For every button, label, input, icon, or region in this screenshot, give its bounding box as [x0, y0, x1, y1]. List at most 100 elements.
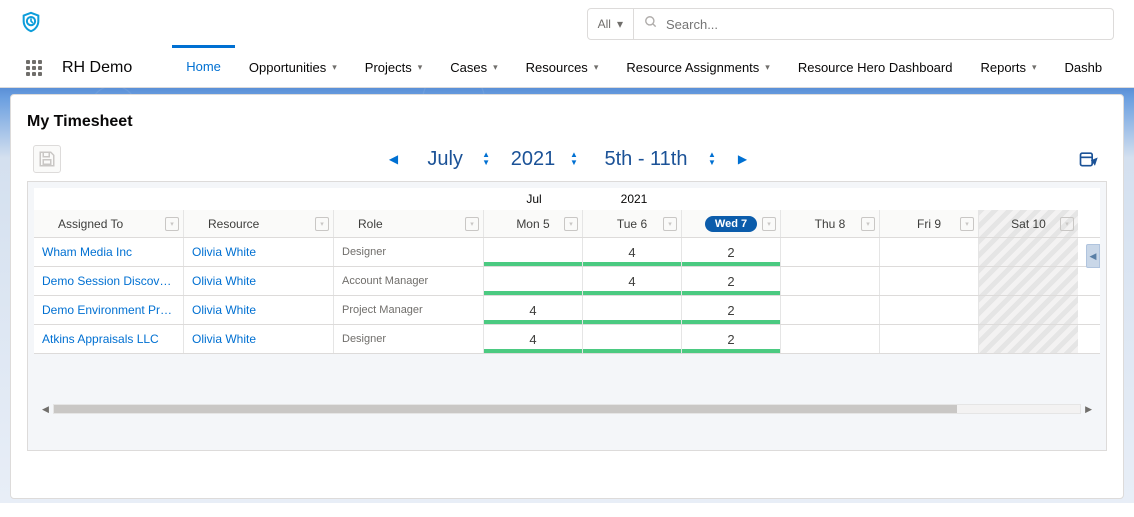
nav-item-label: Resource Assignments — [626, 60, 759, 75]
cell-day[interactable] — [979, 296, 1078, 324]
assigned-link[interactable]: Wham Media Inc — [42, 245, 132, 259]
app-name: RH Demo — [62, 59, 132, 77]
nav-item-label: Resource Hero Dashboard — [798, 60, 953, 75]
filter-icon[interactable]: ▾ — [315, 217, 329, 231]
scroll-tab-right[interactable]: ◀ — [1086, 244, 1100, 268]
allocation-bar — [484, 349, 582, 353]
caret-down-icon: ▾ — [594, 62, 599, 73]
header-day-label: Tue 6 — [617, 217, 647, 231]
year-stepper[interactable]: ▲▼ — [570, 151, 578, 167]
cell-day[interactable] — [484, 267, 583, 295]
cell-day[interactable]: 2 — [682, 267, 781, 295]
assigned-link[interactable]: Atkins Appraisals LLC — [42, 332, 159, 346]
search-input[interactable] — [666, 17, 1103, 32]
filter-icon[interactable]: ▾ — [960, 217, 974, 231]
cell-value: 2 — [727, 332, 734, 347]
range-month[interactable]: July — [420, 148, 470, 171]
hscroll-track[interactable] — [53, 404, 1081, 414]
cell-day[interactable]: 2 — [682, 238, 781, 266]
cell-day[interactable]: 2 — [682, 325, 781, 353]
cell-day[interactable] — [781, 267, 880, 295]
cell-day[interactable] — [979, 267, 1078, 295]
filter-icon[interactable]: ▾ — [465, 217, 479, 231]
search-box[interactable] — [634, 8, 1114, 40]
resource-link[interactable]: Olivia White — [192, 245, 256, 259]
resource-link[interactable]: Olivia White — [192, 274, 256, 288]
cell-day[interactable] — [880, 325, 979, 353]
cell-day[interactable]: 4 — [484, 325, 583, 353]
cell-day[interactable] — [880, 296, 979, 324]
app-launcher-icon[interactable] — [26, 60, 42, 76]
cell-day[interactable] — [880, 238, 979, 266]
search-icon — [644, 15, 658, 34]
cell-day[interactable] — [781, 238, 880, 266]
cell-day[interactable] — [583, 325, 682, 353]
cell-day[interactable]: 2 — [682, 296, 781, 324]
nav-item-reports[interactable]: Reports▾ — [966, 48, 1050, 88]
cell-day[interactable] — [781, 296, 880, 324]
assigned-link[interactable]: Demo Environment Prep... — [42, 303, 175, 317]
filter-icon[interactable]: ▾ — [165, 217, 179, 231]
search-scope-dropdown[interactable]: All ▾ — [587, 8, 634, 40]
cell-resource: Olivia White — [184, 267, 334, 295]
cell-day[interactable] — [781, 325, 880, 353]
filter-icon[interactable]: ▾ — [762, 217, 776, 231]
next-arrow-icon[interactable]: ▶ — [734, 148, 751, 170]
filter-icon[interactable]: ▾ — [1060, 217, 1074, 231]
allocation-bar — [484, 262, 582, 266]
nav-item-resource-assignments[interactable]: Resource Assignments ▾ — [612, 48, 783, 88]
caret-down-icon: ▼ — [708, 159, 716, 167]
cell-day[interactable] — [979, 238, 1078, 266]
cell-assigned: Demo Environment Prep... — [34, 296, 184, 324]
filter-icon[interactable]: ▾ — [861, 217, 875, 231]
calendar-tool-icon[interactable] — [1075, 146, 1101, 172]
cell-role: Project Manager — [334, 296, 484, 324]
table-row: Atkins Appraisals LLCOlivia WhiteDesigne… — [34, 325, 1100, 354]
header-role: Role▾ — [334, 210, 484, 237]
range-week[interactable]: 5th - 11th — [596, 148, 696, 171]
cell-day[interactable]: 4 — [484, 296, 583, 324]
search-scope-label: All — [598, 17, 611, 31]
cell-value: 4 — [529, 303, 536, 318]
cell-assigned: Demo Session Discovery — [34, 267, 184, 295]
nav-item-label: Reports — [980, 60, 1026, 75]
nav-item-label: Projects — [365, 60, 412, 75]
allocation-bar — [484, 320, 582, 324]
super-header-year: 2021 — [584, 188, 684, 210]
cell-day[interactable]: 4 — [583, 267, 682, 295]
nav-item-resources[interactable]: Resources▾ — [512, 48, 613, 88]
nav-item-opportunities[interactable]: Opportunities▾ — [235, 48, 351, 88]
nav-item-projects[interactable]: Projects▾ — [351, 48, 437, 88]
table-row: Demo Session DiscoveryOlivia WhiteAccoun… — [34, 267, 1100, 296]
week-stepper[interactable]: ▲▼ — [708, 151, 716, 167]
save-button[interactable] — [33, 145, 61, 173]
allocation-bar — [682, 349, 780, 353]
cell-day[interactable] — [484, 238, 583, 266]
header-day-3: Thu 8▾ — [781, 210, 880, 237]
nav-item-resource-hero-dashboard[interactable]: Resource Hero Dashboard — [784, 48, 967, 88]
nav-item-home[interactable]: Home — [172, 45, 235, 85]
filter-icon[interactable]: ▾ — [663, 217, 677, 231]
caret-down-icon: ▾ — [617, 17, 623, 31]
prev-arrow-icon[interactable]: ◀ — [385, 148, 402, 170]
cell-value: 2 — [727, 245, 734, 260]
caret-down-icon: ▾ — [765, 62, 770, 73]
assigned-link[interactable]: Demo Session Discovery — [42, 274, 175, 288]
hscroll-right-icon[interactable]: ▶ — [1081, 404, 1096, 415]
header-assigned-label: Assigned To — [58, 217, 123, 231]
cell-day[interactable] — [979, 325, 1078, 353]
filter-icon[interactable]: ▾ — [564, 217, 578, 231]
month-stepper[interactable]: ▲▼ — [482, 151, 490, 167]
hscroll-thumb[interactable] — [54, 405, 957, 413]
nav-item-cases[interactable]: Cases▾ — [436, 48, 511, 88]
nav-item-dashb[interactable]: Dashb — [1051, 48, 1117, 88]
hscroll-left-icon[interactable]: ◀ — [38, 404, 53, 415]
cell-day[interactable] — [880, 267, 979, 295]
resource-link[interactable]: Olivia White — [192, 332, 256, 346]
range-year[interactable]: 2021 — [508, 148, 558, 171]
resource-link[interactable]: Olivia White — [192, 303, 256, 317]
cell-day[interactable]: 4 — [583, 238, 682, 266]
header-day-label: Fri 9 — [917, 217, 941, 231]
cell-day[interactable] — [583, 296, 682, 324]
allocation-bar — [583, 349, 681, 353]
